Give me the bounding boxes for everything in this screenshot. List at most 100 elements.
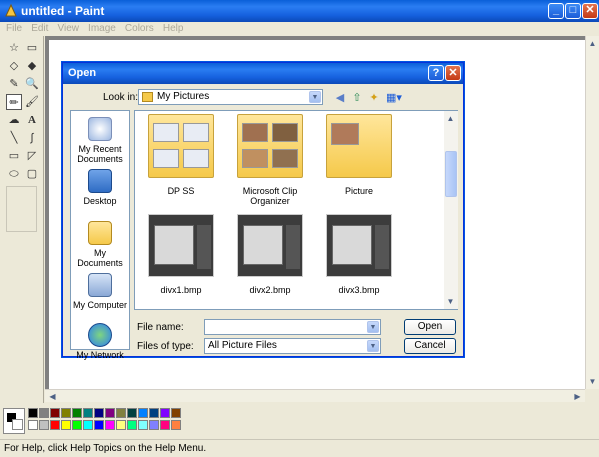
fill-icon[interactable]: ◆ bbox=[24, 58, 40, 74]
chevron-down-icon[interactable]: ▼ bbox=[309, 91, 321, 103]
up-folder-icon[interactable]: ⇧ bbox=[350, 91, 364, 105]
file-name-input[interactable]: ▼ bbox=[204, 319, 381, 335]
chevron-down-icon[interactable]: ▼ bbox=[367, 321, 379, 333]
new-folder-icon[interactable]: ✦ bbox=[367, 91, 381, 105]
vertical-scrollbar[interactable]: ▲ ▼ bbox=[585, 36, 599, 389]
file-list-scrollbar[interactable]: ▲ ▼ bbox=[444, 111, 458, 309]
menu-help[interactable]: Help bbox=[163, 22, 184, 36]
color-swatch[interactable] bbox=[94, 420, 104, 430]
close-icon: ✕ bbox=[448, 67, 458, 79]
close-button[interactable]: ✕ bbox=[582, 3, 598, 19]
color-swatch[interactable] bbox=[171, 408, 181, 418]
places-bar: My Recent Documents Desktop My Documents… bbox=[70, 110, 130, 360]
line-icon[interactable]: ╲ bbox=[6, 130, 22, 146]
menu-image[interactable]: Image bbox=[88, 22, 116, 36]
chevron-down-icon[interactable]: ▼ bbox=[367, 340, 379, 352]
open-button[interactable]: Open bbox=[404, 319, 456, 335]
color-swatch[interactable] bbox=[138, 408, 148, 418]
list-item[interactable]: divx2.bmp bbox=[230, 214, 310, 295]
place-label: Desktop bbox=[83, 196, 117, 206]
color-swatch[interactable] bbox=[28, 420, 38, 430]
menu-colors[interactable]: Colors bbox=[125, 22, 154, 36]
look-in-combo[interactable]: My Pictures ▼ bbox=[138, 89, 323, 105]
place-my-documents[interactable]: My Documents bbox=[71, 221, 129, 268]
image-thumbnail bbox=[237, 214, 303, 277]
pencil-icon[interactable]: ✏ bbox=[6, 94, 22, 110]
maximize-button[interactable]: □ bbox=[565, 3, 581, 19]
scroll-down-icon[interactable]: ▼ bbox=[444, 295, 457, 308]
eraser-icon[interactable]: ◇ bbox=[6, 58, 22, 74]
color-swatch[interactable] bbox=[72, 420, 82, 430]
color-swatch[interactable] bbox=[83, 420, 93, 430]
color-swatch[interactable] bbox=[28, 408, 38, 418]
polygon-icon[interactable]: ◸ bbox=[24, 148, 40, 164]
back-icon[interactable]: ◀ bbox=[333, 91, 347, 105]
scroll-right-icon[interactable]: ▶ bbox=[571, 390, 584, 403]
color-swatch[interactable] bbox=[116, 420, 126, 430]
color-swatch[interactable] bbox=[105, 408, 115, 418]
minimize-icon: _ bbox=[552, 4, 560, 16]
magnifier-icon[interactable]: 🔍 bbox=[24, 76, 40, 92]
color-swatch[interactable] bbox=[39, 408, 49, 418]
color-swatch[interactable] bbox=[127, 408, 137, 418]
place-label: My Computer bbox=[72, 300, 127, 310]
files-of-type-combo[interactable]: All Picture Files ▼ bbox=[204, 338, 381, 354]
scroll-down-icon[interactable]: ▼ bbox=[586, 375, 599, 388]
text-icon[interactable]: A bbox=[24, 112, 40, 128]
free-form-select-icon[interactable]: ☆ bbox=[6, 40, 22, 56]
folder-icon bbox=[237, 114, 303, 178]
color-swatch[interactable] bbox=[149, 408, 159, 418]
color-swatch[interactable] bbox=[127, 420, 137, 430]
color-swatch[interactable] bbox=[160, 408, 170, 418]
place-recent[interactable]: My Recent Documents bbox=[71, 117, 129, 164]
color-swatch[interactable] bbox=[138, 420, 148, 430]
airbrush-icon[interactable]: ☁ bbox=[6, 112, 22, 128]
help-icon: ? bbox=[432, 67, 440, 79]
place-desktop[interactable]: Desktop bbox=[71, 169, 129, 206]
color-swatch[interactable] bbox=[160, 420, 170, 430]
tool-options-box[interactable] bbox=[6, 186, 37, 232]
dialog-close-button[interactable]: ✕ bbox=[445, 65, 461, 81]
color-swatch[interactable] bbox=[61, 420, 71, 430]
color-swatch[interactable] bbox=[50, 408, 60, 418]
pick-color-icon[interactable]: ✎ bbox=[6, 76, 22, 92]
view-menu-icon[interactable]: ▦▾ bbox=[383, 91, 405, 105]
color-swatch[interactable] bbox=[39, 420, 49, 430]
list-item[interactable]: divx3.bmp bbox=[319, 214, 399, 295]
rect-select-icon[interactable]: ▭ bbox=[24, 40, 40, 56]
scroll-up-icon[interactable]: ▲ bbox=[586, 37, 599, 50]
item-name: divx2.bmp bbox=[249, 285, 291, 295]
cancel-button[interactable]: Cancel bbox=[404, 338, 456, 354]
list-item[interactable]: Microsoft Clip Organizer bbox=[230, 114, 310, 206]
list-item[interactable]: DP SS bbox=[141, 114, 221, 196]
place-my-network[interactable]: My Network bbox=[71, 323, 129, 360]
color-swatch[interactable] bbox=[83, 408, 93, 418]
brush-icon[interactable]: 🖌 bbox=[24, 94, 40, 110]
color-swatch[interactable] bbox=[72, 408, 82, 418]
menu-view[interactable]: View bbox=[57, 22, 79, 36]
color-swatch[interactable] bbox=[116, 408, 126, 418]
scroll-up-icon[interactable]: ▲ bbox=[444, 112, 457, 125]
horizontal-scrollbar[interactable]: ◀ ▶ bbox=[45, 389, 585, 402]
color-swatch[interactable] bbox=[105, 420, 115, 430]
color-swatch[interactable] bbox=[171, 420, 181, 430]
list-item[interactable]: Picture bbox=[319, 114, 399, 196]
place-label: My Network bbox=[76, 350, 124, 360]
list-item[interactable]: divx1.bmp bbox=[141, 214, 221, 295]
scroll-thumb[interactable] bbox=[445, 151, 457, 197]
rectangle-icon[interactable]: ▭ bbox=[6, 148, 22, 164]
color-swatch[interactable] bbox=[149, 420, 159, 430]
curve-icon[interactable]: ∫ bbox=[24, 130, 40, 146]
ellipse-icon[interactable]: ⬭ bbox=[6, 166, 22, 182]
menu-file[interactable]: File bbox=[6, 22, 22, 36]
minimize-button[interactable]: _ bbox=[548, 3, 564, 19]
folder-icon bbox=[326, 114, 392, 178]
menu-edit[interactable]: Edit bbox=[31, 22, 48, 36]
scroll-left-icon[interactable]: ◀ bbox=[46, 390, 59, 403]
rounded-rect-icon[interactable]: ▢ bbox=[24, 166, 40, 182]
color-swatch[interactable] bbox=[50, 420, 60, 430]
help-button[interactable]: ? bbox=[428, 65, 444, 81]
color-swatch[interactable] bbox=[94, 408, 104, 418]
place-my-computer[interactable]: My Computer bbox=[71, 273, 129, 310]
color-swatch[interactable] bbox=[61, 408, 71, 418]
